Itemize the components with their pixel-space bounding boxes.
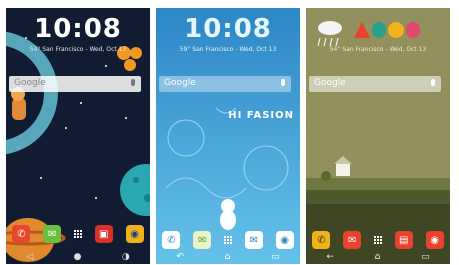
back-button-icon[interactable]: ↶ xyxy=(176,252,184,262)
recents-button-icon[interactable]: ▭ xyxy=(421,252,430,262)
weather-date: 54° San Francisco - Wed, Oct 13 xyxy=(329,46,427,53)
home-button-icon[interactable]: ● xyxy=(74,252,82,262)
navigation-bar: ◁ ● ◑ xyxy=(6,250,150,264)
brand-logo-text: HI FASION xyxy=(228,110,294,121)
home-button-icon[interactable]: ⌂ xyxy=(375,252,381,262)
app-drawer-icon[interactable] xyxy=(73,230,82,238)
phone-screen-fashion: 10:08 59° San Francisco - Wed, Oct 13 Go… xyxy=(156,8,300,264)
navigation-bar: ↶ ⌂ ▭ xyxy=(156,250,300,264)
mail-app-icon[interactable]: ✉ xyxy=(244,231,263,249)
mail-app-icon[interactable]: ▣ xyxy=(94,225,113,243)
search-label: Google xyxy=(314,78,346,88)
recents-button-icon[interactable]: ◑ xyxy=(122,252,130,262)
back-button-icon[interactable]: ◁ xyxy=(26,252,33,262)
camera-app-icon[interactable]: ◉ xyxy=(125,225,144,243)
messages-app-icon[interactable]: ✉ xyxy=(343,231,362,249)
app-drawer-icon[interactable] xyxy=(373,236,382,244)
clock-time: 10:08 xyxy=(34,14,122,44)
recents-button-icon[interactable]: ▭ xyxy=(271,252,280,262)
google-search-bar[interactable]: Google xyxy=(309,76,441,92)
search-label: Google xyxy=(14,78,46,88)
app-drawer-icon[interactable] xyxy=(223,236,232,244)
phone-app-icon[interactable]: ✆ xyxy=(12,225,31,243)
search-label: Google xyxy=(164,78,196,88)
phone-screen-geometric: 54° San Francisco - Wed, Oct 13 Google ✆… xyxy=(306,8,450,264)
back-button-icon[interactable]: ← xyxy=(326,252,334,262)
navigation-bar: ← ⌂ ▭ xyxy=(306,250,450,264)
phone-app-icon[interactable]: ✆ xyxy=(312,231,331,249)
mail-app-icon[interactable]: ▤ xyxy=(394,231,413,249)
phone-app-icon[interactable]: ✆ xyxy=(162,231,181,249)
weather-date: 59° San Francisco - Wed, Oct 13 xyxy=(179,46,277,53)
home-button-icon[interactable]: ⌂ xyxy=(225,252,231,262)
app-dock: ✆ ✉ ▤ ◉ xyxy=(306,228,450,252)
phone-screen-space: 10:08 54° San Francisco - Wed, Oct 13 Go… xyxy=(6,8,150,264)
google-search-bar[interactable]: Google xyxy=(9,76,141,92)
app-dock: ✆ ✉ ▣ ◉ xyxy=(6,222,150,246)
mic-icon[interactable] xyxy=(131,79,135,86)
messages-app-icon[interactable]: ✉ xyxy=(43,225,62,243)
messages-app-icon[interactable]: ✉ xyxy=(193,231,212,249)
clock-time: 10:08 xyxy=(184,14,272,44)
app-dock: ✆ ✉ ✉ ◉ xyxy=(156,228,300,252)
camera-app-icon[interactable]: ◉ xyxy=(425,231,444,249)
weather-date: 54° San Francisco - Wed, Oct 13 xyxy=(29,46,127,53)
mic-icon[interactable] xyxy=(281,79,285,86)
camera-app-icon[interactable]: ◉ xyxy=(275,231,294,249)
mic-icon[interactable] xyxy=(431,79,435,86)
google-search-bar[interactable]: Google xyxy=(159,76,291,92)
